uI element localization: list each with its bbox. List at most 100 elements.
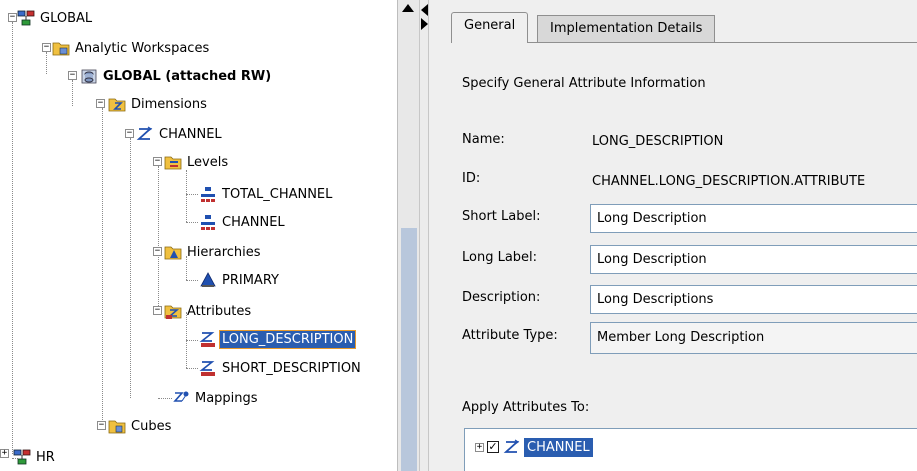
tree-node-attributes[interactable]: Attributes — [164, 300, 253, 322]
tree-node-label: Cubes — [131, 418, 172, 434]
tree-guide — [130, 138, 131, 398]
tree-node-label: GLOBAL (attached RW) — [103, 68, 272, 84]
short-label-label: Short Label: — [462, 209, 541, 224]
short-label-field[interactable]: Long Description — [590, 204, 917, 233]
tree-node-label: CHANNEL — [159, 126, 222, 142]
tree-node-label: Hierarchies — [187, 244, 261, 260]
tree-node-label: SHORT_DESCRIPTION — [222, 360, 361, 376]
tree-guide — [72, 80, 73, 106]
collapse-toggle[interactable]: − — [8, 13, 17, 22]
dimensions-folder-icon — [108, 95, 126, 113]
tree-guide — [102, 108, 103, 428]
expand-right-arrow-icon[interactable] — [421, 18, 428, 30]
folder-icon — [108, 417, 126, 435]
level-icon — [199, 185, 217, 203]
id-label: ID: — [462, 171, 481, 186]
attribute-properties-panel: General Implementation Details Specify G… — [429, 0, 917, 471]
tree-node-dimensions[interactable]: Dimensions — [108, 93, 209, 115]
channel-checkbox[interactable]: ✓ — [487, 441, 499, 453]
collapse-toggle[interactable]: − — [125, 129, 134, 138]
tree-node-short-description[interactable]: SHORT_DESCRIPTION — [199, 357, 363, 379]
tree-node-label: HR — [36, 449, 55, 465]
collapse-toggle[interactable]: − — [153, 247, 162, 256]
tree-guide — [186, 170, 187, 222]
attribute-type-label: Attribute Type: — [462, 328, 558, 343]
list-item[interactable]: + ✓ CHANNEL — [475, 435, 593, 459]
collapse-toggle[interactable]: − — [96, 99, 105, 108]
scroll-up-arrow-icon[interactable] — [402, 4, 414, 12]
tree-node-label: Attributes — [187, 303, 252, 319]
tree-guide — [186, 368, 198, 369]
attribute-icon — [199, 330, 217, 348]
long-label-field[interactable]: Long Description — [590, 245, 917, 274]
navigator-tree[interactable]: − − − − − − − − − + GLOBAL Analytic Work… — [0, 0, 397, 471]
tree-node-label: Analytic Workspaces — [75, 40, 210, 56]
folder-icon — [52, 39, 70, 57]
tree-guide — [186, 194, 198, 195]
tab-general[interactable]: General — [451, 12, 529, 43]
server-icon — [17, 9, 35, 27]
attribute-icon — [199, 359, 217, 377]
tree-node-analytic-workspaces[interactable]: Analytic Workspaces — [52, 37, 211, 59]
tab-implementation-details[interactable]: Implementation Details — [537, 15, 716, 42]
tree-node-mappings[interactable]: Mappings — [172, 387, 260, 409]
tree-node-label: LONG_DESCRIPTION — [218, 329, 357, 349]
tree-node-label: Mappings — [195, 390, 258, 406]
collapse-left-arrow-icon[interactable] — [421, 4, 428, 16]
tree-scrollbar[interactable] — [397, 0, 419, 471]
panel-splitter[interactable] — [419, 0, 429, 471]
attributes-folder-icon — [164, 302, 182, 320]
tree-node-label: PRIMARY — [222, 272, 279, 288]
tree-node-channel-level[interactable]: CHANNEL — [199, 211, 287, 233]
tree-node-long-description[interactable]: LONG_DESCRIPTION — [199, 328, 357, 350]
tree-guide — [158, 398, 172, 399]
tree-node-total-channel[interactable]: TOTAL_CHANNEL — [199, 183, 334, 205]
description-field[interactable]: Long Descriptions — [590, 285, 917, 314]
attribute-type-select[interactable]: Member Long Description — [590, 322, 917, 354]
id-value: CHANNEL.LONG_DESCRIPTION.ATTRIBUTE — [592, 174, 866, 189]
apply-attributes-list[interactable]: + ✓ CHANNEL — [464, 428, 917, 471]
mappings-icon — [172, 389, 190, 407]
level-icon — [199, 213, 217, 231]
dimension-icon — [503, 438, 521, 456]
collapse-toggle[interactable]: − — [42, 43, 51, 52]
tree-guide — [158, 166, 159, 312]
tree-node-label: Dimensions — [131, 96, 207, 112]
tree-node-label: GLOBAL — [40, 10, 93, 26]
tree-guide — [46, 52, 47, 74]
apply-attributes-label: Apply Attributes To: — [462, 400, 590, 415]
tree-node-channel-dimension[interactable]: CHANNEL — [136, 123, 224, 145]
tree-node-levels[interactable]: Levels — [164, 151, 230, 173]
long-label-label: Long Label: — [462, 250, 538, 265]
tree-node-hr[interactable]: HR — [13, 446, 57, 468]
tree-guide — [12, 22, 13, 454]
collapse-toggle[interactable]: − — [97, 421, 106, 430]
hierarchies-folder-icon — [164, 243, 182, 261]
tree-node-global-attached[interactable]: GLOBAL (attached RW) — [80, 65, 273, 87]
collapse-toggle[interactable]: − — [153, 157, 162, 166]
collapse-toggle[interactable]: − — [153, 306, 162, 315]
tree-guide — [186, 280, 198, 281]
hierarchy-icon — [199, 271, 217, 289]
server-icon — [13, 448, 31, 466]
tree-node-cubes[interactable]: Cubes — [108, 415, 173, 437]
expand-toggle[interactable]: + — [475, 442, 484, 452]
description-label: Description: — [462, 290, 541, 305]
tree-guide — [186, 222, 198, 223]
dimension-icon — [136, 125, 154, 143]
tree-node-label: TOTAL_CHANNEL — [222, 186, 333, 202]
tree-node-label: Levels — [187, 154, 229, 170]
channel-item-label: CHANNEL — [524, 437, 593, 457]
tree-guide — [186, 340, 198, 341]
tree-node-global[interactable]: GLOBAL — [17, 7, 94, 29]
tree-node-label: CHANNEL — [222, 214, 285, 230]
name-value: LONG_DESCRIPTION — [592, 134, 724, 149]
tree-node-hierarchies[interactable]: Hierarchies — [164, 241, 263, 263]
name-label: Name: — [462, 132, 505, 147]
expand-toggle[interactable]: + — [0, 449, 9, 458]
workspace-icon — [80, 67, 98, 85]
scrollbar-thumb[interactable] — [401, 228, 417, 471]
levels-folder-icon — [164, 153, 182, 171]
collapse-toggle[interactable]: − — [68, 71, 77, 80]
tree-node-primary[interactable]: PRIMARY — [199, 269, 281, 291]
